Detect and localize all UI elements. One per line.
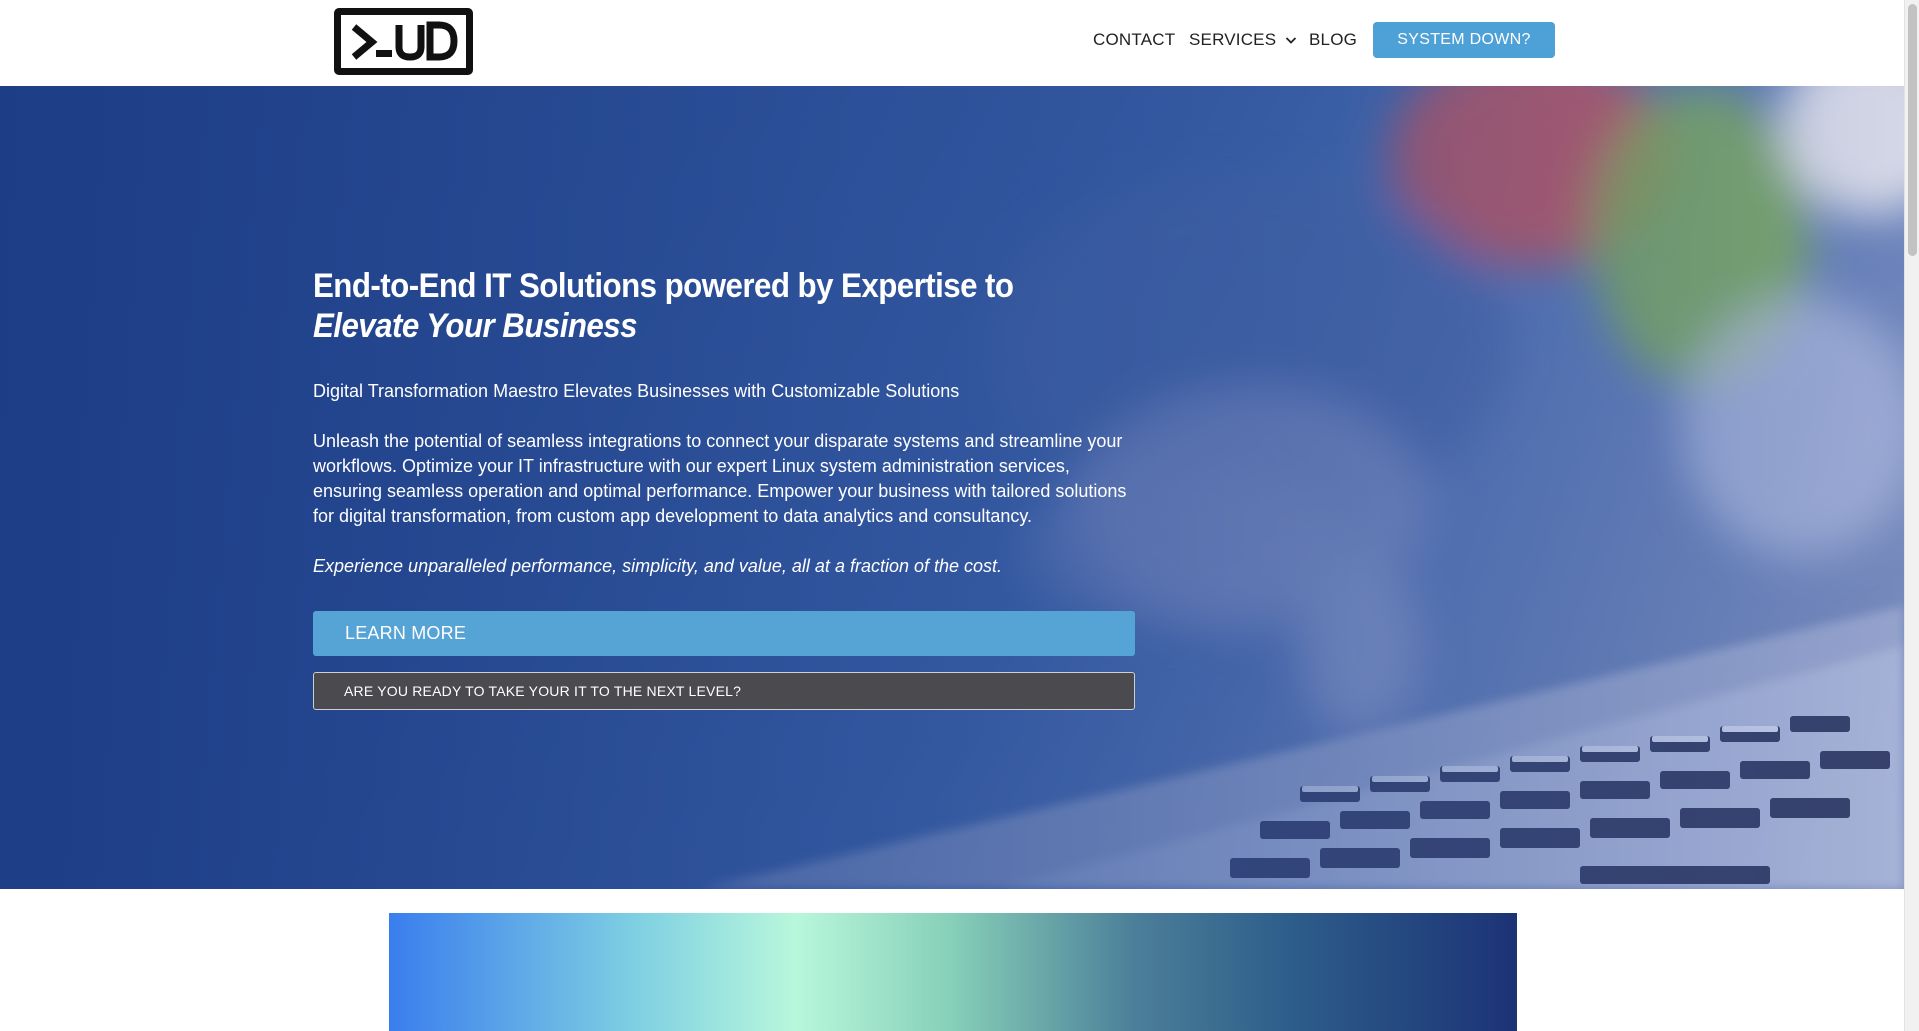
hero-subheading: Digital Transformation Maestro Elevates … xyxy=(313,381,960,401)
gradient-banner xyxy=(389,913,1517,1031)
site-logo[interactable] xyxy=(334,8,473,75)
hero-headline-emphasis: Elevate Your Business xyxy=(313,307,638,345)
nav-services-label: SERVICES xyxy=(1189,30,1277,49)
nav-contact[interactable]: CONTACT xyxy=(1093,22,1175,58)
hero-headline: End-to-End IT Solutions powered by Exper… xyxy=(313,266,1123,346)
hero-section: End-to-End IT Solutions powered by Exper… xyxy=(0,86,1904,889)
hero-tagline: Experience unparalleled performance, sim… xyxy=(313,556,1003,576)
hero-headline-text: End-to-End IT Solutions powered by Exper… xyxy=(313,267,1014,305)
system-down-button[interactable]: SYSTEM DOWN? xyxy=(1373,22,1555,58)
hero-content: End-to-End IT Solutions powered by Exper… xyxy=(313,266,1135,710)
hero-body: Unleash the potential of seamless integr… xyxy=(313,431,1127,526)
nav-services[interactable]: SERVICES xyxy=(1189,22,1298,58)
page-scrollbar[interactable] xyxy=(1904,0,1919,1031)
logo-glyph-icon xyxy=(351,21,458,61)
learn-more-button[interactable]: LEARN MORE xyxy=(313,611,1135,656)
next-level-button[interactable]: ARE YOU READY TO TAKE YOUR IT TO THE NEX… xyxy=(313,672,1135,710)
chevron-down-icon xyxy=(1286,37,1297,44)
nav-blog[interactable]: BLOG xyxy=(1309,22,1357,58)
scrollbar-thumb[interactable] xyxy=(1908,4,1917,256)
site-header: CONTACT SERVICES BLOG SYSTEM DOWN? xyxy=(0,0,1904,86)
